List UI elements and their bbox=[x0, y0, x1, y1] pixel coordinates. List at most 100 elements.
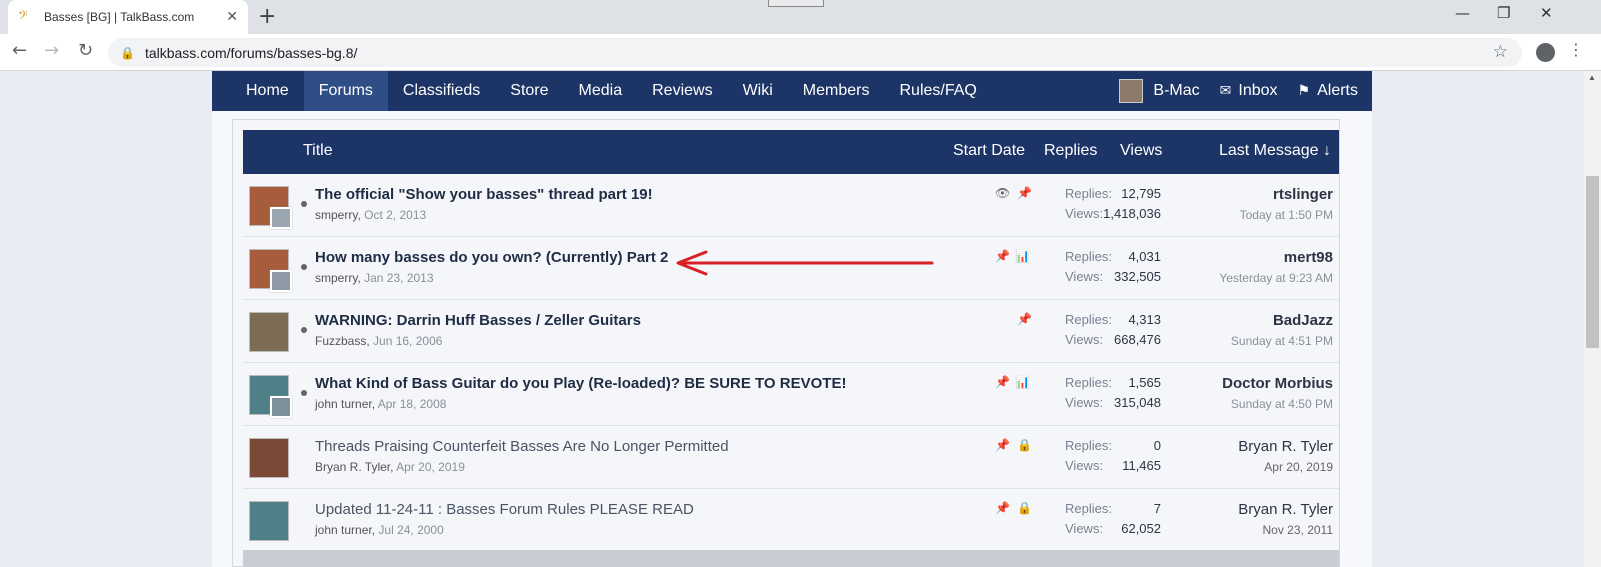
last-message-user[interactable]: mert98 bbox=[1284, 249, 1333, 266]
thread-author[interactable]: Fuzzbass bbox=[315, 334, 366, 348]
unread-dot bbox=[301, 201, 307, 207]
nav-members[interactable]: Members bbox=[788, 71, 885, 111]
views-count: 1,418,036 bbox=[1103, 206, 1161, 221]
thread-title[interactable]: Updated 11-24-11 : Basses Forum Rules PL… bbox=[315, 501, 694, 518]
reload-icon[interactable]: ↻ bbox=[78, 40, 93, 61]
window-drag-handle[interactable] bbox=[768, 0, 824, 7]
thread-title[interactable]: Threads Praising Counterfeit Basses Are … bbox=[315, 438, 729, 455]
browser-tab[interactable]: 𝄢 Basses [BG] | TalkBass.com ✕ bbox=[8, 0, 248, 34]
minimize-icon[interactable]: — bbox=[1455, 4, 1470, 22]
thread-title[interactable]: How many basses do you own? (Currently) … bbox=[315, 249, 668, 266]
alerts-link[interactable]: ⚑ Alerts bbox=[1298, 82, 1358, 100]
last-message-time[interactable]: Today at 1:50 PM bbox=[1240, 208, 1333, 222]
bookmark-star-icon[interactable]: ☆ bbox=[1493, 42, 1508, 62]
col-start-date[interactable]: Start Date bbox=[953, 142, 1025, 160]
poll-icon: 📊 bbox=[1015, 249, 1030, 263]
thread-date[interactable]: Jun 16, 2006 bbox=[373, 334, 442, 348]
col-last-message[interactable]: Last Message ↓ bbox=[1219, 142, 1331, 160]
nav-reviews[interactable]: Reviews bbox=[637, 71, 727, 111]
account-link[interactable]: B-Mac bbox=[1153, 82, 1199, 100]
col-replies[interactable]: Replies bbox=[1044, 142, 1097, 160]
browser-tab-strip: 𝄢 Basses [BG] | TalkBass.com ✕ + — ❐ ✕ bbox=[0, 0, 1601, 34]
poll-icon: 📊 bbox=[1015, 375, 1030, 389]
thread-author[interactable]: Bryan R. Tyler bbox=[315, 460, 390, 474]
pin-icon: 📌 bbox=[995, 249, 1010, 263]
last-poster-avatar[interactable] bbox=[270, 270, 292, 292]
url-text: talkbass.com/forums/basses-bg.8/ bbox=[144, 44, 358, 61]
last-message-time[interactable]: Yesterday at 9:23 AM bbox=[1219, 271, 1333, 285]
scroll-up-icon[interactable]: ▲ bbox=[1588, 73, 1596, 82]
thread-row[interactable]: What Kind of Bass Guitar do you Play (Re… bbox=[243, 363, 1339, 426]
nav-forums[interactable]: Forums bbox=[303, 71, 388, 111]
scroll-thumb[interactable] bbox=[1586, 176, 1599, 348]
last-message-user[interactable]: Bryan R. Tyler bbox=[1238, 501, 1333, 518]
inbox-link[interactable]: ✉ Inbox bbox=[1220, 82, 1278, 100]
views-label: Views: bbox=[1065, 332, 1104, 347]
thread-title[interactable]: WARNING: Darrin Huff Basses / Zeller Gui… bbox=[315, 312, 641, 329]
close-tab-icon[interactable]: ✕ bbox=[226, 9, 238, 25]
bass-clef-icon: 𝄢 bbox=[18, 8, 28, 26]
flag-icon: ⚑ bbox=[1297, 83, 1311, 99]
thread-author[interactable]: john turner bbox=[315, 397, 372, 411]
last-message-user[interactable]: BadJazz bbox=[1273, 312, 1333, 329]
last-message-user[interactable]: rtslinger bbox=[1273, 186, 1333, 203]
views-label: Views: bbox=[1065, 269, 1104, 284]
thread-author[interactable]: smperry bbox=[315, 208, 357, 222]
last-message-time[interactable]: Sunday at 4:50 PM bbox=[1231, 397, 1333, 411]
thread-meta: smperry, Oct 2, 2013 bbox=[315, 208, 427, 222]
nav-media[interactable]: Media bbox=[564, 71, 638, 111]
author-avatar[interactable] bbox=[249, 312, 289, 352]
new-tab-button[interactable]: + bbox=[258, 4, 276, 29]
back-arrow-icon[interactable]: ← bbox=[12, 40, 27, 61]
forward-arrow-icon[interactable]: → bbox=[44, 40, 59, 61]
nav-home[interactable]: Home bbox=[212, 71, 304, 111]
inbox-label: Inbox bbox=[1238, 82, 1278, 99]
last-message-user[interactable]: Bryan R. Tyler bbox=[1238, 438, 1333, 455]
thread-title[interactable]: The official "Show your basses" thread p… bbox=[315, 186, 653, 203]
replies-count: 12,795 bbox=[1121, 186, 1161, 201]
thread-row[interactable]: The official "Show your basses" thread p… bbox=[243, 174, 1339, 237]
thread-date[interactable]: Apr 20, 2019 bbox=[396, 460, 465, 474]
replies-label: Replies: bbox=[1065, 501, 1112, 516]
author-avatar[interactable] bbox=[249, 501, 289, 541]
nav-wiki[interactable]: Wiki bbox=[728, 71, 788, 111]
last-message-user[interactable]: Doctor Morbius bbox=[1222, 375, 1333, 392]
nav-rules-faq[interactable]: Rules/FAQ bbox=[884, 71, 991, 111]
user-avatar[interactable] bbox=[1119, 79, 1144, 103]
alerts-label: Alerts bbox=[1317, 82, 1358, 99]
thread-row[interactable]: Updated 11-24-11 : Basses Forum Rules PL… bbox=[243, 489, 1339, 552]
thread-row[interactable]: Threads Praising Counterfeit Basses Are … bbox=[243, 426, 1339, 489]
annotation-arrow-icon bbox=[676, 250, 934, 276]
thread-row[interactable]: WARNING: Darrin Huff Basses / Zeller Gui… bbox=[243, 300, 1339, 363]
close-window-icon[interactable]: ✕ bbox=[1540, 4, 1553, 22]
last-message-time[interactable]: Apr 20, 2019 bbox=[1264, 460, 1333, 474]
thread-meta: Fuzzbass, Jun 16, 2006 bbox=[315, 334, 443, 348]
views-count: 332,505 bbox=[1114, 269, 1161, 284]
nav-classifieds[interactable]: Classifieds bbox=[388, 71, 495, 111]
thread-author[interactable]: smperry bbox=[315, 271, 357, 285]
restore-icon[interactable]: ❐ bbox=[1497, 4, 1510, 22]
thread-date[interactable]: Oct 2, 2013 bbox=[364, 208, 426, 222]
last-poster-avatar[interactable] bbox=[270, 396, 292, 418]
last-message-time[interactable]: Nov 23, 2011 bbox=[1263, 523, 1334, 537]
last-poster-avatar[interactable] bbox=[270, 207, 292, 229]
author-avatar[interactable] bbox=[249, 438, 289, 478]
thread-date[interactable]: Jan 23, 2013 bbox=[364, 271, 433, 285]
address-bar[interactable]: 🔒 talkbass.com/forums/basses-bg.8/ ☆ bbox=[108, 38, 1522, 67]
thread-author[interactable]: john turner bbox=[315, 523, 372, 537]
browser-menu-icon[interactable]: ⋮ bbox=[1568, 40, 1584, 59]
page-scrollbar[interactable]: ▲ bbox=[1584, 71, 1601, 567]
replies-label: Replies: bbox=[1065, 312, 1112, 327]
nav-store[interactable]: Store bbox=[495, 71, 563, 111]
replies-label: Replies: bbox=[1065, 375, 1112, 390]
thread-date[interactable]: Jul 24, 2000 bbox=[378, 523, 443, 537]
profile-avatar-icon[interactable] bbox=[1536, 43, 1555, 62]
thread-title[interactable]: What Kind of Bass Guitar do you Play (Re… bbox=[315, 375, 846, 392]
last-message-time[interactable]: Sunday at 4:51 PM bbox=[1231, 334, 1333, 348]
replies-count: 7 bbox=[1153, 501, 1161, 516]
thread-date[interactable]: Apr 18, 2008 bbox=[378, 397, 447, 411]
site-navigation: Home Forums Classifieds Store Media Revi… bbox=[212, 71, 1372, 111]
replies-label: Replies: bbox=[1065, 438, 1112, 453]
col-title[interactable]: Title bbox=[303, 142, 333, 160]
col-views[interactable]: Views bbox=[1120, 142, 1162, 160]
